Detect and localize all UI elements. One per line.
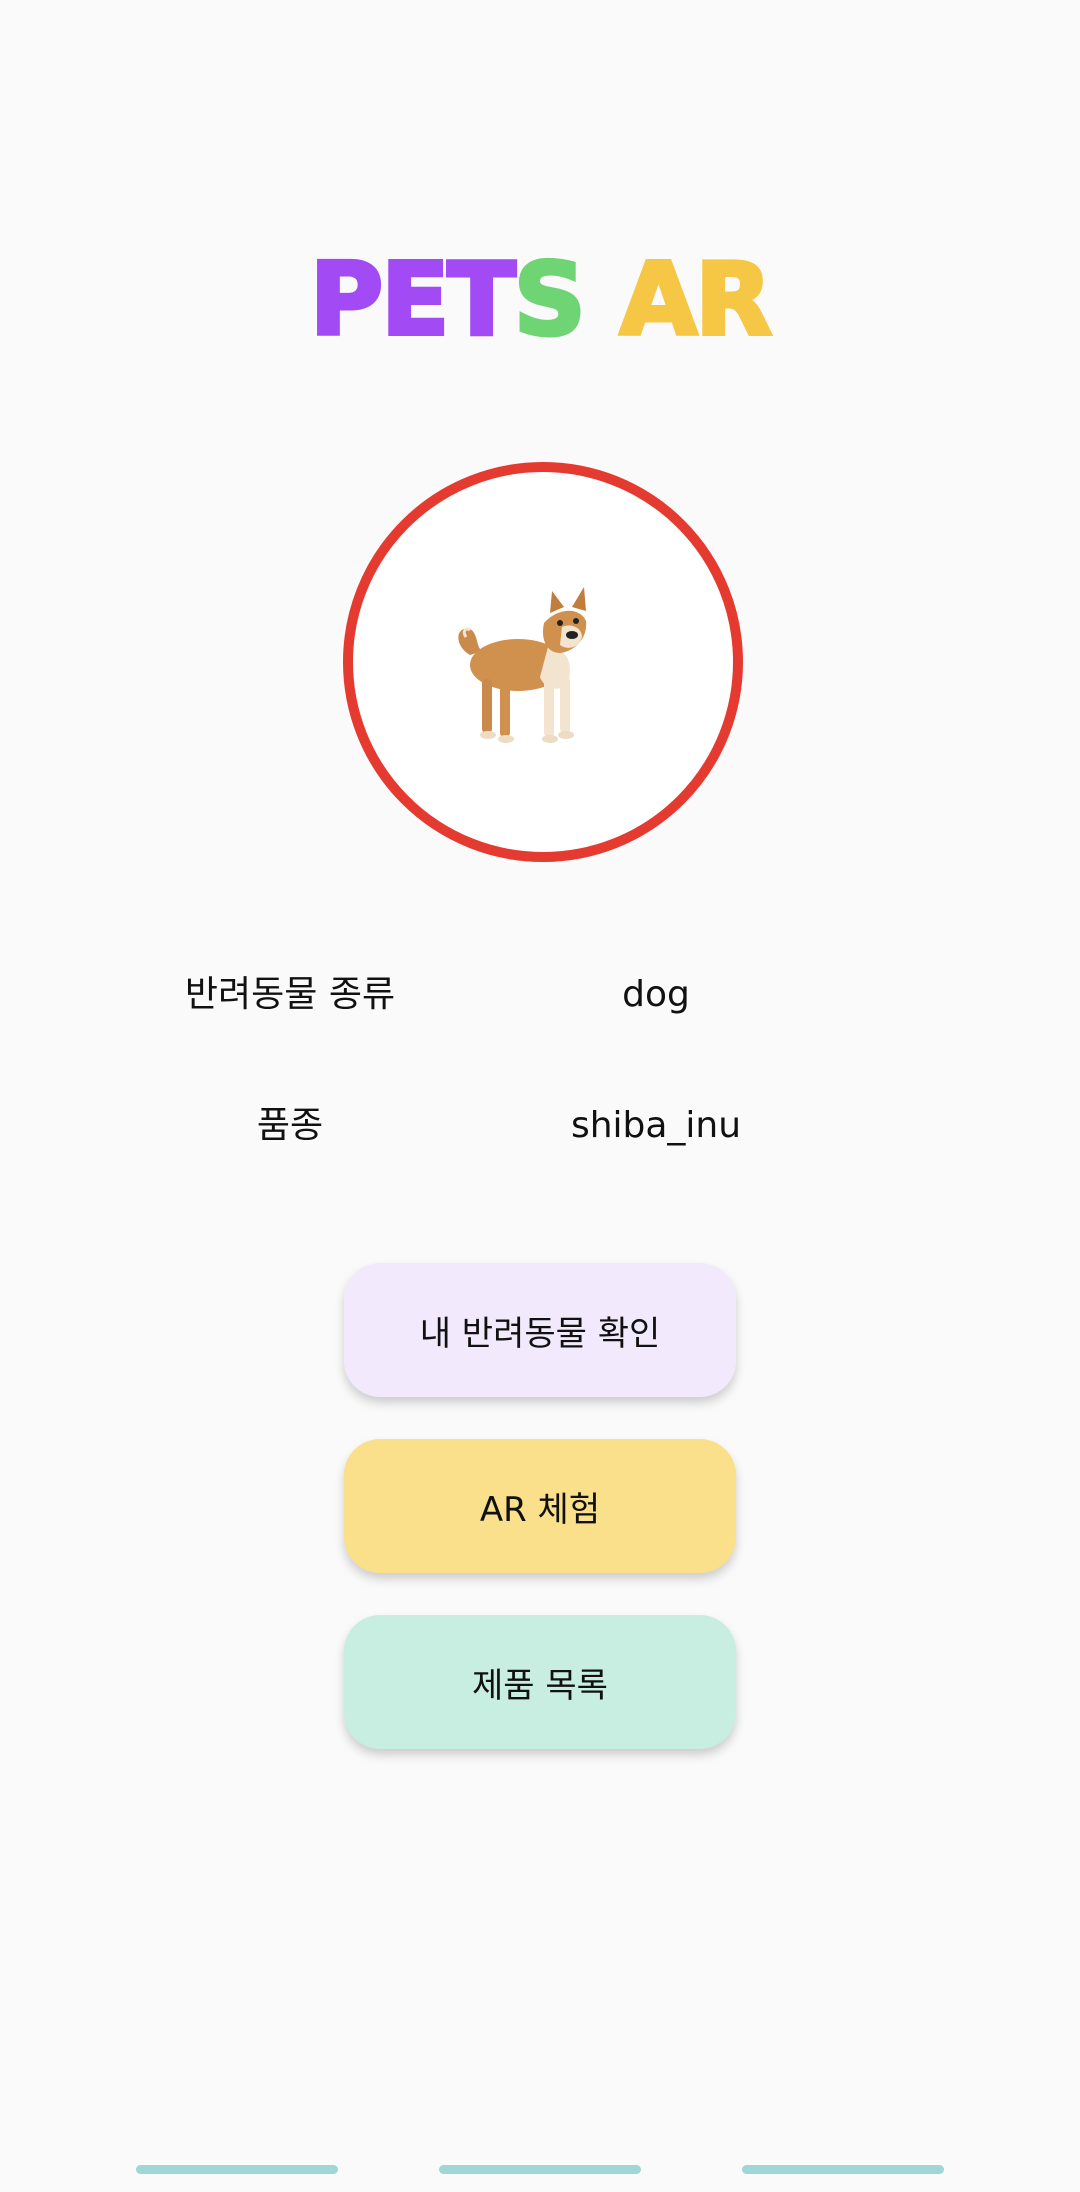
ar-experience-button-label: AR 체험: [479, 1489, 601, 1530]
ar-experience-button[interactable]: AR 체험: [344, 1439, 736, 1573]
my-pet-button[interactable]: 내 반려동물 확인: [344, 1263, 736, 1397]
product-list-button-label: 제품 목록: [472, 1665, 608, 1706]
pet-species-label: 반려동물 종류: [184, 974, 396, 1015]
logo-letter: T: [445, 239, 517, 360]
pet-photo-frame: [343, 462, 743, 862]
pet-breed-value: shiba_inu: [570, 1105, 742, 1146]
logo-letter: E: [379, 239, 451, 360]
shiba-inu-dog-image: [458, 587, 587, 743]
logo-letter: P: [308, 239, 385, 360]
nav-pill-indicator[interactable]: [742, 2165, 944, 2174]
pet-breed-label: 품종: [256, 1105, 324, 1146]
nav-pill-indicator[interactable]: [439, 2165, 641, 2174]
logo-letter: A: [618, 239, 699, 360]
logo-letter: S: [512, 239, 588, 360]
pet-species-value: dog: [622, 974, 690, 1015]
product-list-button[interactable]: 제품 목록: [344, 1615, 736, 1749]
my-pet-button-label: 내 반려동물 확인: [419, 1313, 661, 1354]
nav-pill-indicator[interactable]: [136, 2165, 338, 2174]
logo-letter: R: [693, 239, 774, 360]
app-logo: PETS AR: [0, 239, 1080, 360]
